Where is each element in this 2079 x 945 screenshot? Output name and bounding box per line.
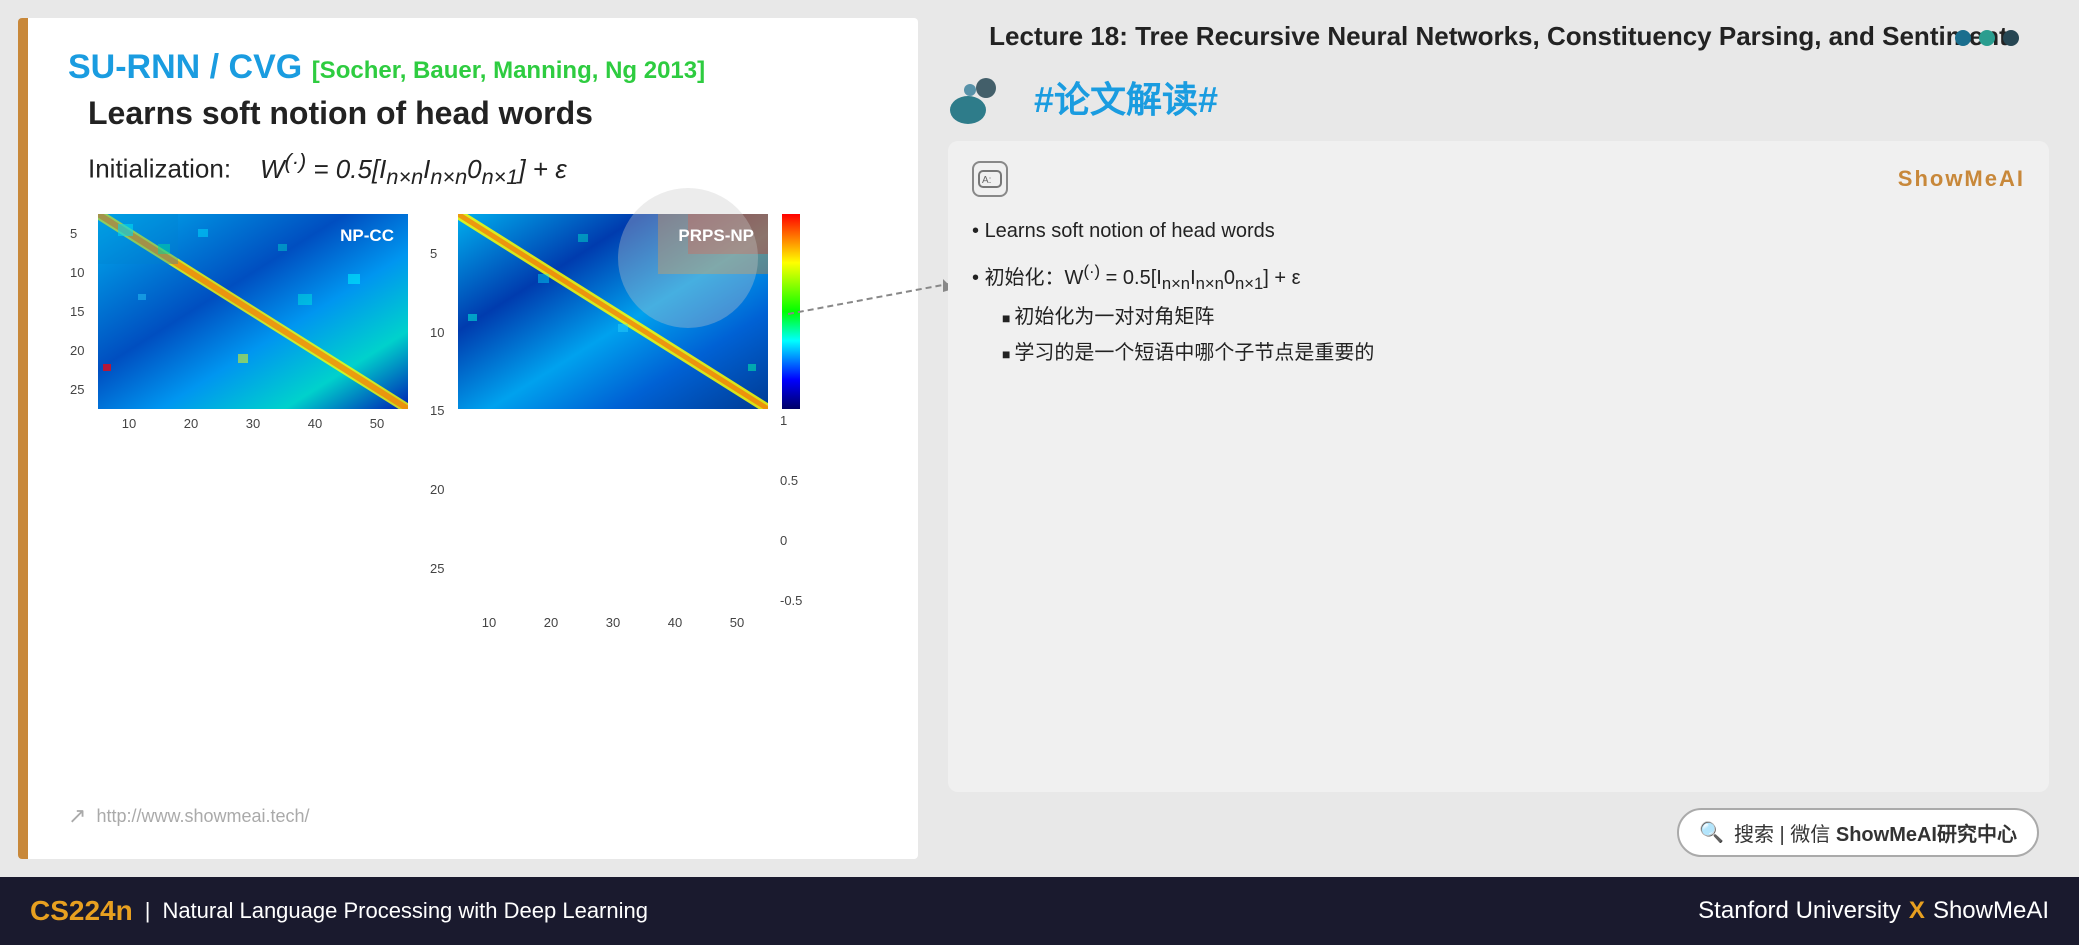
circle-decoration <box>618 188 758 328</box>
matrices-row: 510152025 <box>98 214 878 608</box>
course-name: Natural Language Processing with Deep Le… <box>162 898 648 924</box>
lecture-header: Lecture 18: Tree Recursive Neural Networ… <box>948 20 2049 54</box>
annotation-item-1: Learns soft notion of head words <box>972 213 2025 249</box>
search-icon: 🔍 <box>1699 820 1724 845</box>
slide-panel: SU-RNN / CVG [Socher, Bauer, Manning, Ng… <box>18 18 918 859</box>
annotation-box: A: ShowMeAI Learns soft notion of head w… <box>948 141 2049 792</box>
university-info: Stanford University X ShowMeAI <box>1698 897 2049 925</box>
formula-math: W(·) = 0.5[In×nIn×n0n×1] + ε <box>260 154 567 184</box>
annotation-item-2-text: 初始化：W(·) = 0.5[In×nIn×n0n×1] + ε <box>985 267 1301 289</box>
slide-formula: Initialization: W(·) = 0.5[In×nIn×n0n×1]… <box>88 148 878 190</box>
annotation-subitem-2-text: 学习的是一个短语中哪个子节点是重要的 <box>1014 342 1374 364</box>
annotation-list: Learns soft notion of head words 初始化：W(·… <box>972 213 2025 372</box>
slide-title-text: SU-RNN / CVG <box>68 48 302 86</box>
search-bar-container: 🔍 搜索 | 微信 ShowMeAI研究中心 <box>948 808 2049 857</box>
matrix-np-cc: 510152025 <box>98 214 408 409</box>
axis-y-2: 510152025 <box>430 214 444 608</box>
search-bar[interactable]: 🔍 搜索 | 微信 ShowMeAI研究中心 <box>1677 808 2039 857</box>
annotation-subitem-2: 学习的是一个短语中哪个子节点是重要的 <box>1002 335 2025 371</box>
hashtag-text: #论文解读# <box>1034 71 1218 123</box>
lecture-title: Lecture 18: Tree Recursive Neural Networ… <box>948 20 2049 54</box>
dots-row <box>1955 30 2019 46</box>
wave-icon <box>948 70 1018 125</box>
search-text: 搜索 | 微信 ShowMeAI研究中心 <box>1734 818 2017 847</box>
cursor-icon: ↗ <box>68 803 86 829</box>
annotation-subitem-1: 初始化为一对对角矩阵 <box>1002 299 2025 335</box>
axis-y-1: 510152025 <box>70 214 84 409</box>
course-code: CS224n <box>30 895 133 927</box>
axis-x-2: 1020304050 <box>458 615 768 630</box>
annotation-item-1-text: Learns soft notion of head words <box>985 220 1275 242</box>
dot-1 <box>1955 30 1971 46</box>
dashed-arrow <box>788 274 968 354</box>
annotation-sublist: 初始化为一对对角矩阵 学习的是一个短语中哪个子节点是重要的 <box>1002 299 2025 371</box>
bottom-bar: CS224n | Natural Language Processing wit… <box>0 877 2079 945</box>
slide-title: SU-RNN / CVG [Socher, Bauer, Manning, Ng… <box>68 48 878 87</box>
colorbar-labels: 1 0.5 0 -0.5 <box>780 413 802 608</box>
colorbar-mid2: 0 <box>780 533 802 548</box>
hashtag-row: #论文解读# <box>948 70 2049 125</box>
slide-title-ref: [Socher, Bauer, Manning, Ng 2013] <box>312 57 705 84</box>
colorbar-mid1: 0.5 <box>780 473 802 488</box>
colorbar-max: 1 <box>780 413 802 428</box>
annotation-item-2: 初始化：W(·) = 0.5[In×nIn×n0n×1] + ε 初始化为一对对… <box>972 257 2025 372</box>
course-info: CS224n | Natural Language Processing wit… <box>30 895 648 927</box>
annotation-subitem-1-text: 初始化为一对对角矩阵 <box>1014 306 1214 328</box>
slide-subtitle: Learns soft notion of head words <box>88 95 878 132</box>
footer-url: http://www.showmeai.tech/ <box>96 806 309 827</box>
x-separator: X <box>1909 897 1925 925</box>
colorbar-min: -0.5 <box>780 593 802 608</box>
slide-footer: ↗ http://www.showmeai.tech/ <box>68 643 878 829</box>
ai-svg: A: <box>978 170 1002 188</box>
axis-x-1: 1020304050 <box>98 416 408 431</box>
ai-icon: A: <box>972 161 1008 197</box>
showmeai-brand: ShowMeAI <box>1898 166 2025 192</box>
brand-name: ShowMeAI <box>1933 897 2049 925</box>
dot-3 <box>2003 30 2019 46</box>
matrix-prps-np-label: PRPS-NP <box>678 226 754 246</box>
university-name: Stanford University <box>1698 897 1901 925</box>
right-panel: Lecture 18: Tree Recursive Neural Networ… <box>918 0 2079 877</box>
formula-label: Initialization: <box>88 154 231 184</box>
dot-2 <box>1979 30 1995 46</box>
annotation-header: A: ShowMeAI <box>972 161 2025 197</box>
svg-text:A:: A: <box>982 175 991 186</box>
matrix-np-cc-label: NP-CC <box>340 226 394 246</box>
course-divider: | <box>145 898 151 924</box>
